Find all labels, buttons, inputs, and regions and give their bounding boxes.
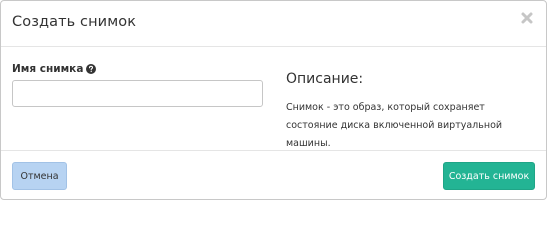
dialog-title: Создать снимок: [12, 14, 137, 30]
create-snapshot-button[interactable]: Создать снимок: [443, 162, 535, 190]
snapshot-name-label: Имя снимка: [12, 63, 97, 75]
dialog-footer: Отмена Создать снимок: [1, 150, 546, 199]
create-snapshot-dialog: Создать снимок Имя снимка Описание: Сним…: [0, 0, 547, 200]
description-title: Описание:: [286, 71, 364, 87]
question-circle-icon[interactable]: [86, 64, 97, 74]
snapshot-name-label-text: Имя снимка: [12, 63, 84, 75]
description-text: Снимок - это образ, который сохраняет со…: [286, 102, 503, 149]
close-icon[interactable]: [520, 11, 534, 25]
snapshot-name-input[interactable]: [12, 80, 263, 107]
dialog-header: Создать снимок: [1, 1, 546, 47]
cancel-button[interactable]: Отмена: [12, 162, 67, 190]
